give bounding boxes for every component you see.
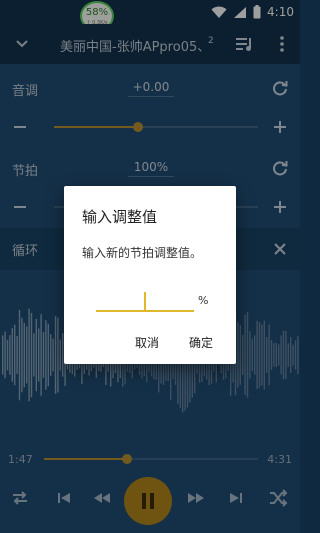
dialog-title: 输入调整值: [82, 208, 158, 226]
tempo-value-input[interactable]: [96, 292, 194, 312]
text-cursor: [144, 292, 146, 310]
cancel-button[interactable]: 取消: [135, 334, 159, 351]
dialog-message: 输入新的节拍调整值。: [82, 246, 203, 260]
adjust-value-dialog: 输入调整值 输入新的节拍调整值。 % 取消 确定: [64, 186, 236, 364]
ok-button[interactable]: 确定: [189, 334, 213, 351]
percent-suffix: %: [198, 294, 209, 307]
app-screen: 58% ↑ 0.3K/s 4:10 美丽中国-张帅APpro05、 2 音调 +…: [0, 0, 300, 533]
